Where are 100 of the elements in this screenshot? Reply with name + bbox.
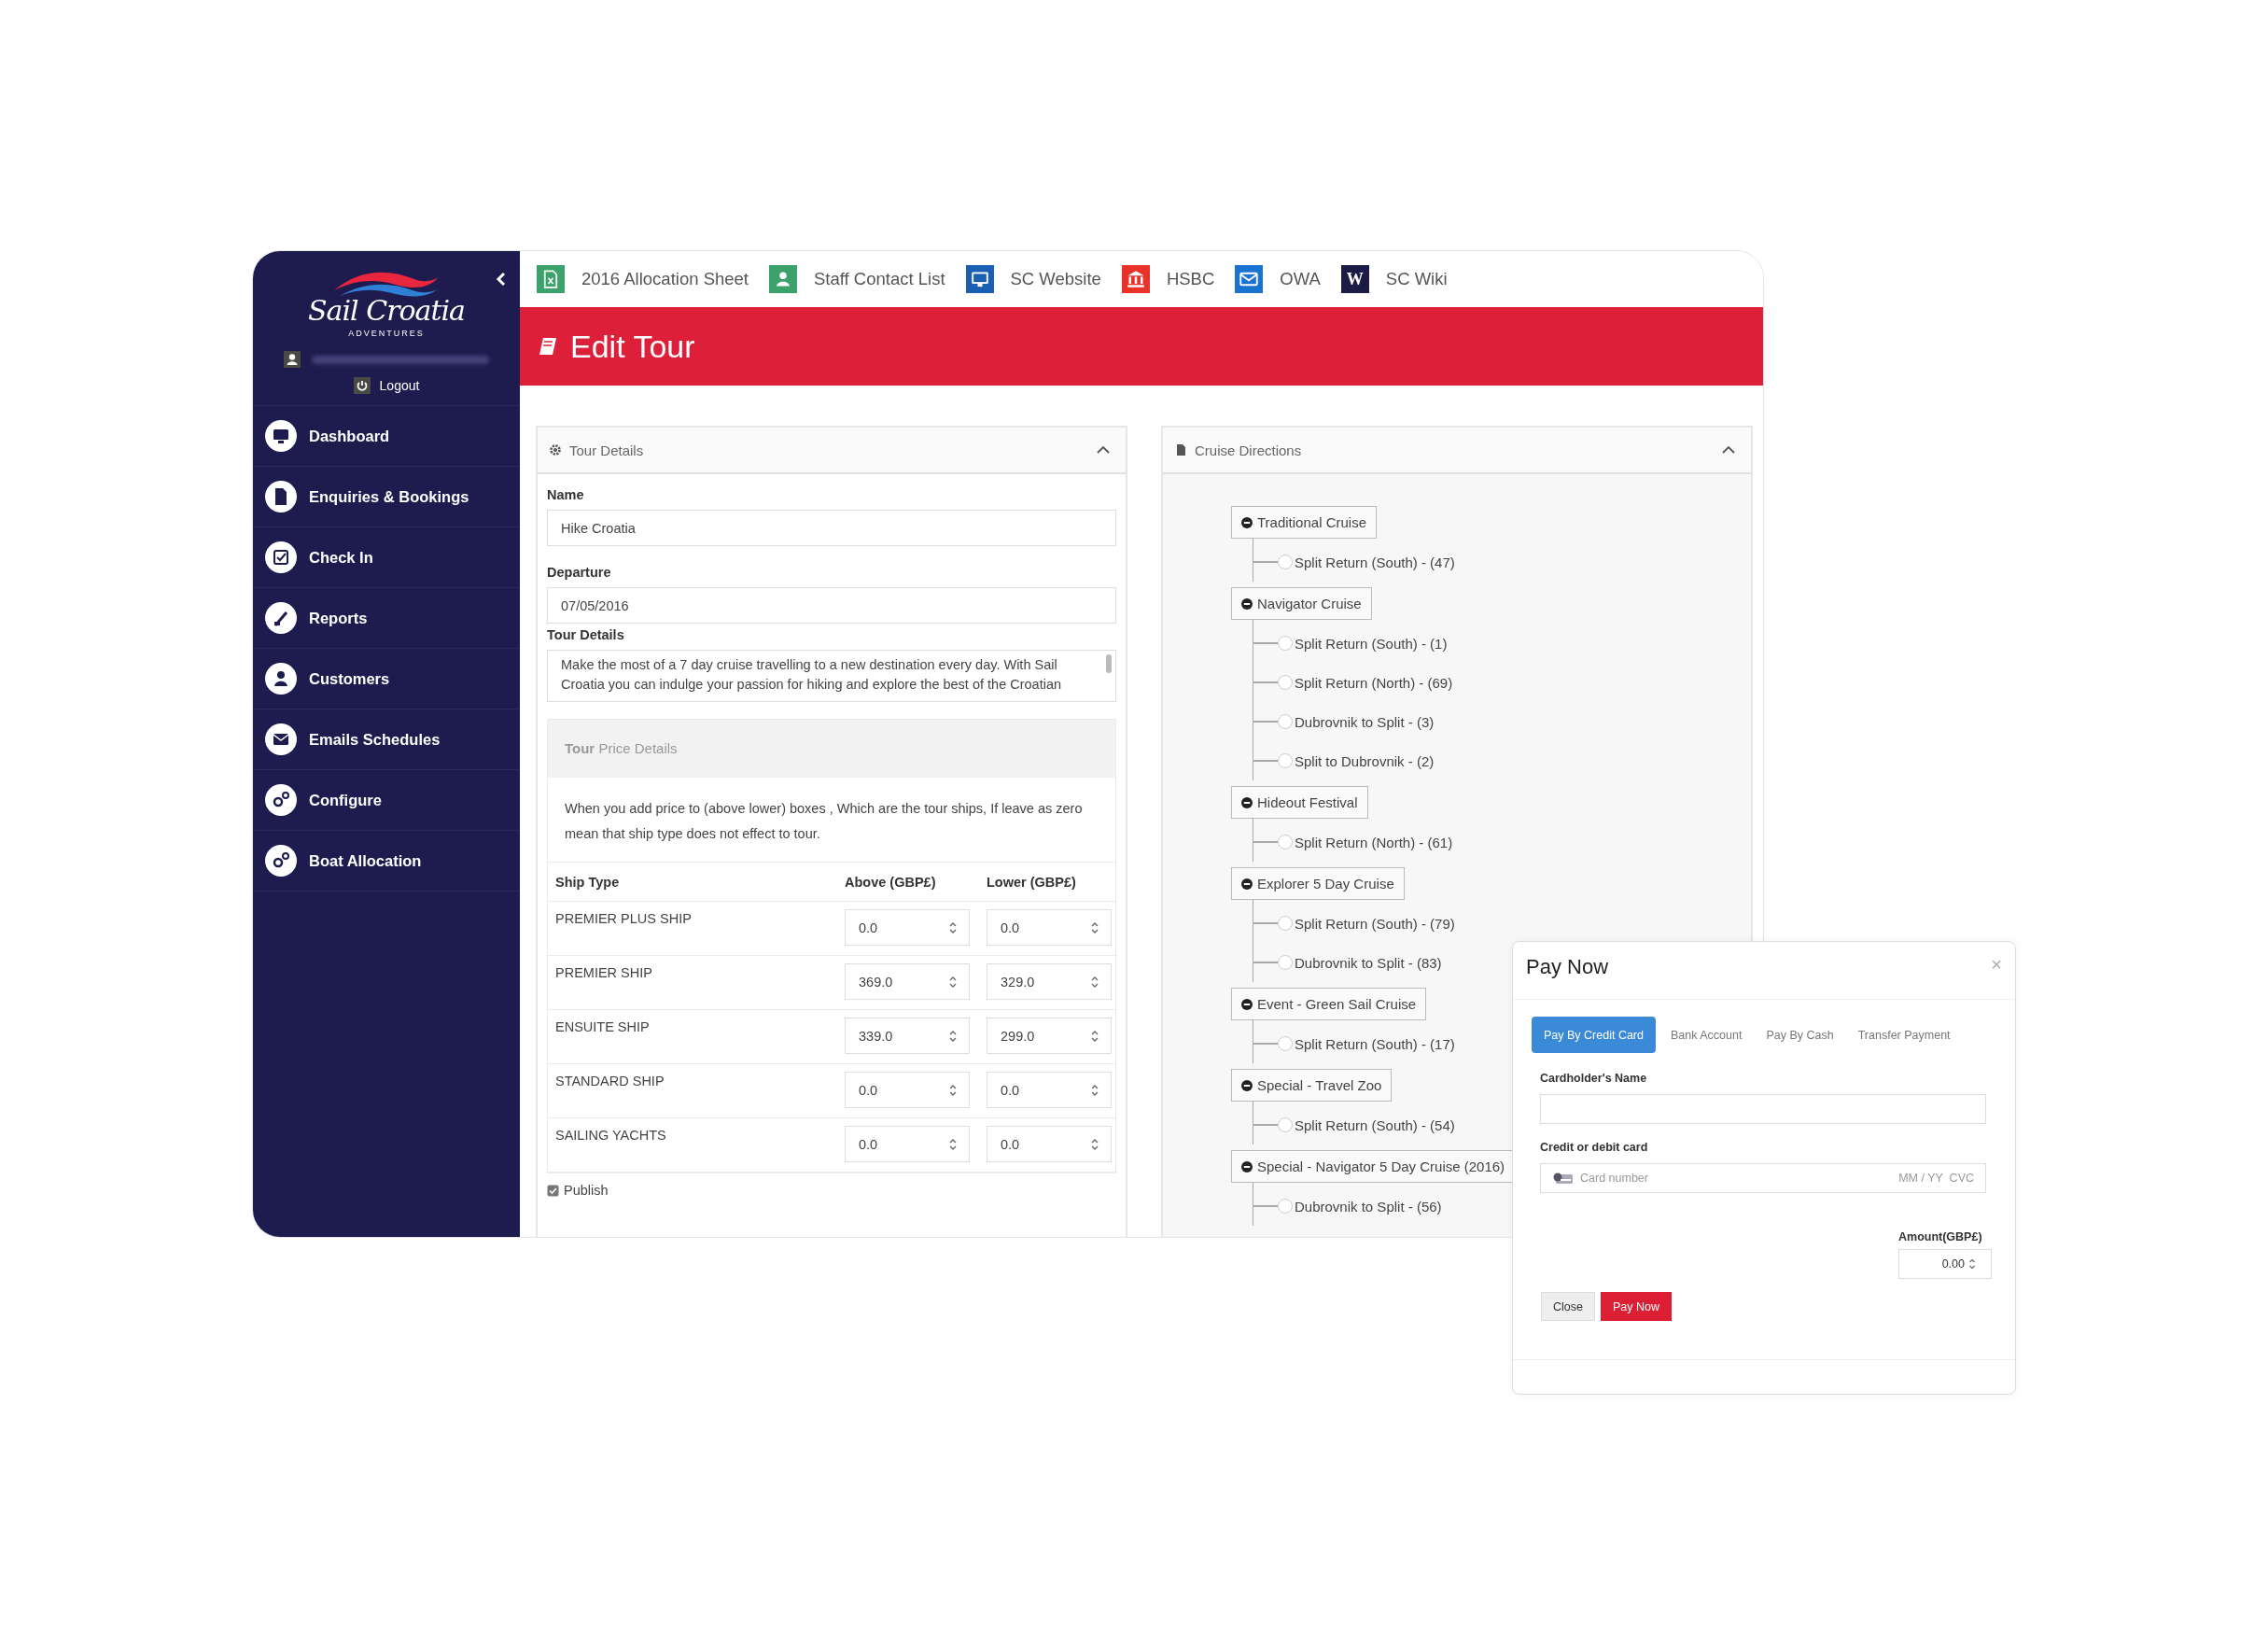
bookmark-link[interactable]: Staff Contact List [769,265,945,293]
checkbox[interactable] [547,1184,559,1197]
user-icon [284,351,301,368]
sidebar-nav-item[interactable]: Enquiries & Bookings [253,467,520,527]
price-input[interactable]: 0.0 [845,1072,970,1108]
radio-button[interactable] [1278,1117,1293,1132]
column-header: Ship Type [554,874,621,890]
sidebar-nav-item[interactable]: Dashboard [253,406,520,467]
pay-now-button[interactable]: Pay Now [1600,1292,1672,1321]
radio-button[interactable] [1278,835,1293,850]
dialog-title: Pay Now [1526,955,1609,979]
scrollbar-thumb [1106,654,1112,673]
radio-button[interactable] [1278,714,1293,729]
price-input[interactable]: 299.0 [987,1018,1112,1054]
bookmark-link[interactable]: W SC Wiki [1340,265,1448,293]
monitor-icon [264,419,298,453]
route-label[interactable]: Split Return (South) - (17) [1295,1035,1455,1052]
radio-button[interactable] [1278,555,1293,569]
sidebar-nav-item[interactable]: Emails Schedules [253,709,520,770]
price-input[interactable]: 0.0 [845,909,970,946]
price-details-title: Tour Price Details [548,720,1115,778]
price-input[interactable]: 339.0 [845,1018,970,1054]
radio-button[interactable] [1278,955,1293,970]
field-label: Amount(GBP£) [1898,1230,1982,1243]
table-cell-text: SAILING YACHTS [554,1127,667,1143]
route-label[interactable]: Split Return (South) - (54) [1295,1116,1455,1133]
route-label[interactable]: Split Return (South) - (47) [1295,554,1455,570]
card-number-placeholder: Card number [1580,1172,1648,1185]
user-icon [264,662,298,695]
payment-tab[interactable]: Transfer Payment [1848,1017,1960,1053]
radio-button[interactable] [1278,916,1293,931]
route-label[interactable]: Split to Dubrovnik - (2) [1295,752,1435,769]
radio-button[interactable] [1278,1199,1293,1214]
book-icon [539,336,557,357]
tree-node[interactable]: Explorer 5 Day Cruise [1231,867,1405,900]
chevron-up-icon[interactable] [1721,445,1736,455]
power-icon [353,377,371,394]
gears-icon [264,783,298,817]
field-label: Cardholder's Name [1540,1072,1648,1085]
route-label[interactable]: Dubrovnik to Split - (3) [1295,713,1435,730]
price-input[interactable]: 329.0 [987,963,1112,1000]
route-label[interactable]: Dubrovnik to Split - (56) [1295,1198,1442,1215]
tree-node[interactable]: Special - Travel Zoo [1231,1069,1393,1102]
spinner-icon [1968,1257,1976,1271]
cardholder-name-input[interactable] [1540,1094,1986,1124]
gear-icon [549,443,562,456]
radio-button[interactable] [1278,753,1293,768]
price-input[interactable]: 0.0 [987,909,1112,946]
table-cell-text: STANDARD SHIP [554,1073,665,1088]
sidebar-nav-item[interactable]: Configure [253,770,520,831]
chevron-up-icon[interactable] [1096,445,1111,455]
price-input[interactable]: 369.0 [845,963,970,1000]
route-label[interactable]: Dubrovnik to Split - (83) [1295,954,1442,971]
collapse-chevron-icon[interactable] [496,272,507,287]
column-header: Lower (GBP£) [986,874,1077,890]
payment-tab[interactable]: Pay By Credit Card [1532,1017,1656,1053]
bookmark-link[interactable]: OWA [1235,265,1321,293]
sidebar-nav-item[interactable]: Reports [253,588,520,649]
document-icon [264,480,298,513]
tree-node[interactable]: Hideout Festival [1231,786,1368,819]
table-cell-text: PREMIER PLUS SHIP [554,910,693,926]
wiki-icon: W [1340,265,1369,293]
amount-input[interactable]: 0.00 [1898,1249,1992,1279]
radio-button[interactable] [1278,1036,1293,1051]
pen-icon [264,601,298,635]
tree-node[interactable]: Navigator Cruise [1231,587,1372,620]
payment-tab[interactable]: Bank Account [1661,1017,1752,1053]
name-input[interactable]: Hike Croatia [547,510,1116,546]
publish-label: Publish [564,1183,609,1198]
radio-button[interactable] [1278,636,1293,651]
panel-title: Cruise Directions [1195,442,1303,458]
route-label[interactable]: Split Return (North) - (61) [1295,834,1453,850]
payment-tab[interactable]: Pay By Cash [1757,1017,1843,1053]
page-title: Edit Tour [570,328,695,365]
departure-input[interactable]: 07/05/2016 [547,587,1116,624]
bookmark-link[interactable]: HSBC [1121,265,1215,293]
tour-details-textarea[interactable]: Make the most of a 7 day cruise travelling to a new destination every day. With Sail Croatia you can indulge your passion for hiking and explore the best of the Croatian [547,650,1116,702]
route-label[interactable]: Split Return (North) - (69) [1295,674,1453,691]
route-label[interactable]: Split Return (South) - (1) [1295,635,1448,652]
field-label: Credit or debit card [1540,1141,1649,1154]
sidebar-nav-item[interactable]: Boat Allocation [253,831,520,892]
gears-icon [264,844,298,878]
panel-title: Tour Details [569,442,645,458]
bookmark-link[interactable]: SC Website [965,265,1101,293]
field-label: Tour Details [547,627,625,642]
price-input[interactable]: 0.0 [845,1126,970,1162]
route-label[interactable]: Split Return (South) - (79) [1295,915,1455,932]
sidebar-nav-item[interactable]: Customers [253,649,520,709]
tree-node[interactable]: Event - Green Sail Cruise [1231,988,1427,1020]
document-icon [1174,443,1187,456]
sidebar-nav-item[interactable]: Check In [253,527,520,588]
tree-node[interactable]: Traditional Cruise [1231,506,1377,539]
table-cell-text: ENSUITE SHIP [554,1018,651,1034]
logout-link[interactable]: Logout [353,377,420,394]
radio-button[interactable] [1278,675,1293,690]
price-input[interactable]: 0.0 [987,1072,1112,1108]
expiry-cvc-placeholder: MM / YY CVC [1898,1172,1974,1185]
bookmark-link[interactable]: 2016 Allocation Sheet [537,265,749,293]
close-dialog-button[interactable]: Close [1541,1292,1595,1321]
price-input[interactable]: 0.0 [987,1126,1112,1162]
